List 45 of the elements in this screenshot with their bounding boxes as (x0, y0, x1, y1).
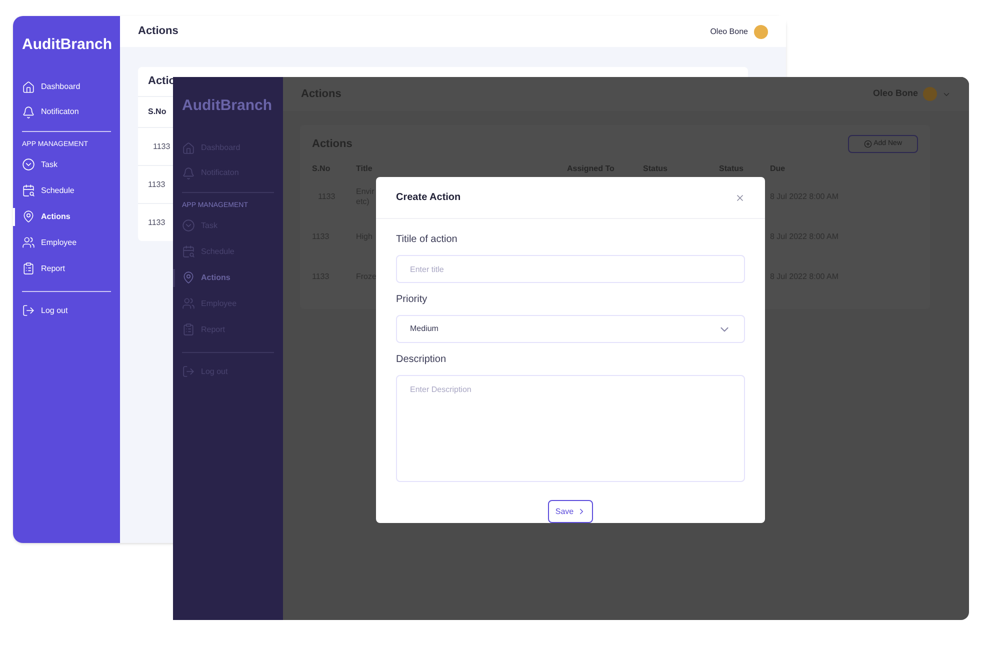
table-cell: 1133 (148, 216, 166, 229)
brand-logo: AuditBranch (182, 96, 273, 116)
people-icon (182, 297, 195, 310)
avatar (923, 87, 937, 101)
logout-button[interactable]: Log out (22, 304, 111, 317)
nav-item[interactable]: Schedule (22, 180, 74, 201)
clipboard-icon (22, 262, 35, 275)
nav-item[interactable]: Employee (22, 232, 77, 253)
priority-select[interactable]: Medium (396, 315, 745, 343)
user-name: Oleo Bone (710, 26, 748, 38)
avatar (754, 24, 768, 38)
select-value: Medium (410, 323, 438, 335)
map-pin-icon (182, 271, 195, 284)
dialog-title: Create Action (396, 191, 461, 205)
plus-circle-icon (864, 140, 872, 148)
map-pin-icon (22, 210, 35, 223)
home-icon (22, 80, 35, 94)
save-button[interactable]: Save (548, 500, 593, 523)
page-title: Actions (138, 24, 178, 40)
field-label: Titile of action (396, 233, 458, 247)
circle-chevron-icon (182, 219, 195, 232)
brand-logo: AuditBranch (22, 35, 111, 55)
close-button[interactable] (735, 192, 745, 202)
nav-item[interactable]: Task (22, 154, 58, 175)
description-input[interactable]: Enter Description (396, 375, 745, 482)
table-cell-text: 1133 (152, 140, 170, 153)
field-label: Priority (396, 293, 428, 307)
clipboard-icon (182, 323, 195, 336)
nav-item[interactable]: Actions (22, 206, 70, 227)
nav-item[interactable]: Notificaton (22, 102, 79, 122)
logout-icon (182, 365, 195, 378)
home-icon (182, 142, 195, 154)
field-label: Description (396, 353, 448, 367)
bell-icon (182, 166, 195, 180)
column-header: S.No (148, 106, 166, 118)
title-input[interactable]: Enter title (396, 255, 745, 283)
logout-icon (22, 304, 35, 317)
nav-item[interactable]: Report (22, 258, 66, 279)
calendar-icon (182, 245, 195, 258)
circle-chevron-icon (22, 158, 35, 171)
table-cell: 1133 (148, 178, 166, 191)
calendar-icon (22, 184, 35, 197)
bell-icon (22, 106, 35, 118)
nav-item[interactable]: Dashboard (22, 76, 80, 98)
people-icon (22, 236, 35, 249)
